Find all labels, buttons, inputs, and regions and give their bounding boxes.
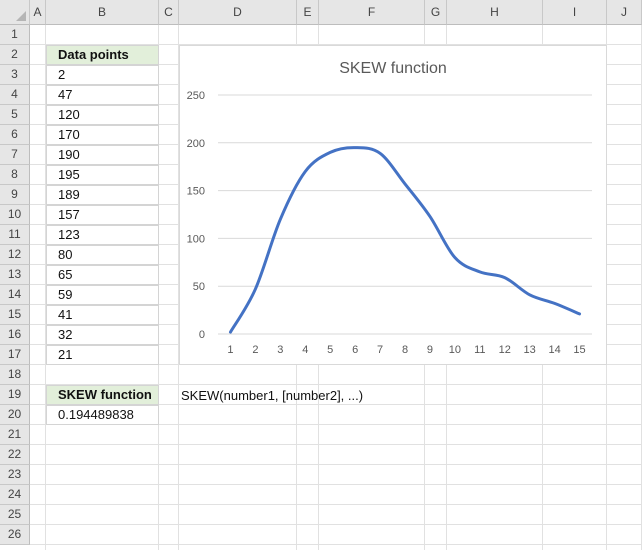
x-tick-label: 6	[352, 344, 358, 356]
row-header-23[interactable]: 23	[0, 465, 30, 485]
x-tick-label: 2	[252, 344, 258, 356]
column-header-g[interactable]: G	[425, 0, 447, 25]
column-header-b[interactable]: B	[46, 0, 159, 25]
y-tick-label: 150	[187, 186, 205, 198]
select-all-corner[interactable]	[0, 0, 30, 25]
row-header-4[interactable]: 4	[0, 85, 30, 105]
data-point-cell[interactable]: 47	[46, 85, 159, 105]
data-point-cell[interactable]: 170	[46, 125, 159, 145]
x-tick-label: 9	[427, 344, 433, 356]
y-tick-label: 100	[187, 233, 205, 245]
row-header-17[interactable]: 17	[0, 345, 30, 365]
x-tick-label: 8	[402, 344, 408, 356]
row-header-5[interactable]: 5	[0, 105, 30, 125]
row-header-9[interactable]: 9	[0, 185, 30, 205]
chart-title: SKEW function	[339, 60, 447, 77]
x-tick-label: 15	[573, 344, 585, 356]
chart-canvas: SKEW function 050100150200250 1234567891…	[187, 60, 592, 356]
row-header-18[interactable]: 18	[0, 365, 30, 385]
spreadsheet: ABCDEFGHIJ 1 2 3 4 5 6 7 8 9 10 11 12 13 14 15 16 17 18 19…	[0, 0, 642, 550]
row-header-8[interactable]: 8	[0, 165, 30, 185]
row-header-19[interactable]: 19	[0, 385, 30, 405]
series-line	[228, 146, 582, 334]
column-header-a[interactable]: A	[30, 0, 46, 25]
column-header-i[interactable]: I	[543, 0, 607, 25]
y-tick-label: 0	[199, 329, 205, 341]
row-header-3[interactable]: 3	[0, 65, 30, 85]
skew-result-cell[interactable]: 0.194489838	[46, 405, 159, 425]
gridline-horizontal	[30, 544, 642, 545]
x-tick-label: 5	[327, 344, 333, 356]
row-header-7[interactable]: 7	[0, 145, 30, 165]
row-header-25[interactable]: 25	[0, 505, 30, 525]
data-point-cell[interactable]: 32	[46, 325, 159, 345]
data-point-cell[interactable]: 59	[46, 285, 159, 305]
data-point-cell[interactable]: 21	[46, 345, 159, 365]
row-header-6[interactable]: 6	[0, 125, 30, 145]
gridline-horizontal	[30, 484, 642, 485]
row-header-12[interactable]: 12	[0, 245, 30, 265]
x-tick-label: 12	[499, 344, 511, 356]
data-point-cell[interactable]: 195	[46, 165, 159, 185]
data-point-cell[interactable]: 190	[46, 145, 159, 165]
row-header-11[interactable]: 11	[0, 225, 30, 245]
row-header-14[interactable]: 14	[0, 285, 30, 305]
column-header-j[interactable]: J	[607, 0, 642, 25]
row-header-2[interactable]: 2	[0, 45, 30, 65]
data-point-cell[interactable]: 80	[46, 245, 159, 265]
y-tick-label: 200	[187, 138, 205, 150]
x-tick-label: 13	[524, 344, 536, 356]
row-header-15[interactable]: 15	[0, 305, 30, 325]
row-header-16[interactable]: 16	[0, 325, 30, 345]
column-header-f[interactable]: F	[319, 0, 425, 25]
x-tick-label: 4	[302, 344, 308, 356]
row-header-20[interactable]: 20	[0, 405, 30, 425]
gridline-horizontal	[30, 504, 642, 505]
data-point-cell[interactable]: 120	[46, 105, 159, 125]
row-header-13[interactable]: 13	[0, 265, 30, 285]
x-tick-label: 11	[474, 344, 485, 356]
data-point-cell[interactable]: 65	[46, 265, 159, 285]
data-point-cell[interactable]: 189	[46, 185, 159, 205]
row-header-26[interactable]: 26	[0, 525, 30, 545]
x-tick-label: 14	[548, 344, 560, 356]
gridline-horizontal	[30, 464, 642, 465]
x-tick-label: 3	[277, 344, 283, 356]
gridline-horizontal	[30, 444, 642, 445]
skew-syntax-text[interactable]: SKEW(number1, [number2], ...)	[181, 386, 363, 406]
column-header-e[interactable]: E	[297, 0, 319, 25]
column-header-h[interactable]: H	[447, 0, 543, 25]
data-points-header[interactable]: Data points	[46, 45, 159, 65]
x-tick-label: 10	[449, 344, 461, 356]
row-header-22[interactable]: 22	[0, 445, 30, 465]
row-header-10[interactable]: 10	[0, 205, 30, 225]
data-point-cell[interactable]: 2	[46, 65, 159, 85]
line-chart[interactable]: SKEW function 0 50 100 150 200 250 1234567891…	[179, 45, 607, 365]
data-point-cell[interactable]: 41	[46, 305, 159, 325]
data-point-cell[interactable]: 157	[46, 205, 159, 225]
y-tick-label: 250	[187, 90, 205, 102]
row-header-24[interactable]: 24	[0, 485, 30, 505]
x-tick-label: 1	[227, 344, 233, 356]
row-header-1[interactable]: 1	[0, 25, 30, 45]
data-point-cell[interactable]: 123	[46, 225, 159, 245]
skew-function-label[interactable]: SKEW function	[46, 385, 159, 405]
row-header-21[interactable]: 21	[0, 425, 30, 445]
column-header-d[interactable]: D	[179, 0, 297, 25]
gridline-horizontal	[30, 524, 642, 525]
x-tick-label: 7	[377, 344, 383, 356]
column-header-c[interactable]: C	[159, 0, 179, 25]
y-tick-label: 50	[193, 281, 205, 293]
